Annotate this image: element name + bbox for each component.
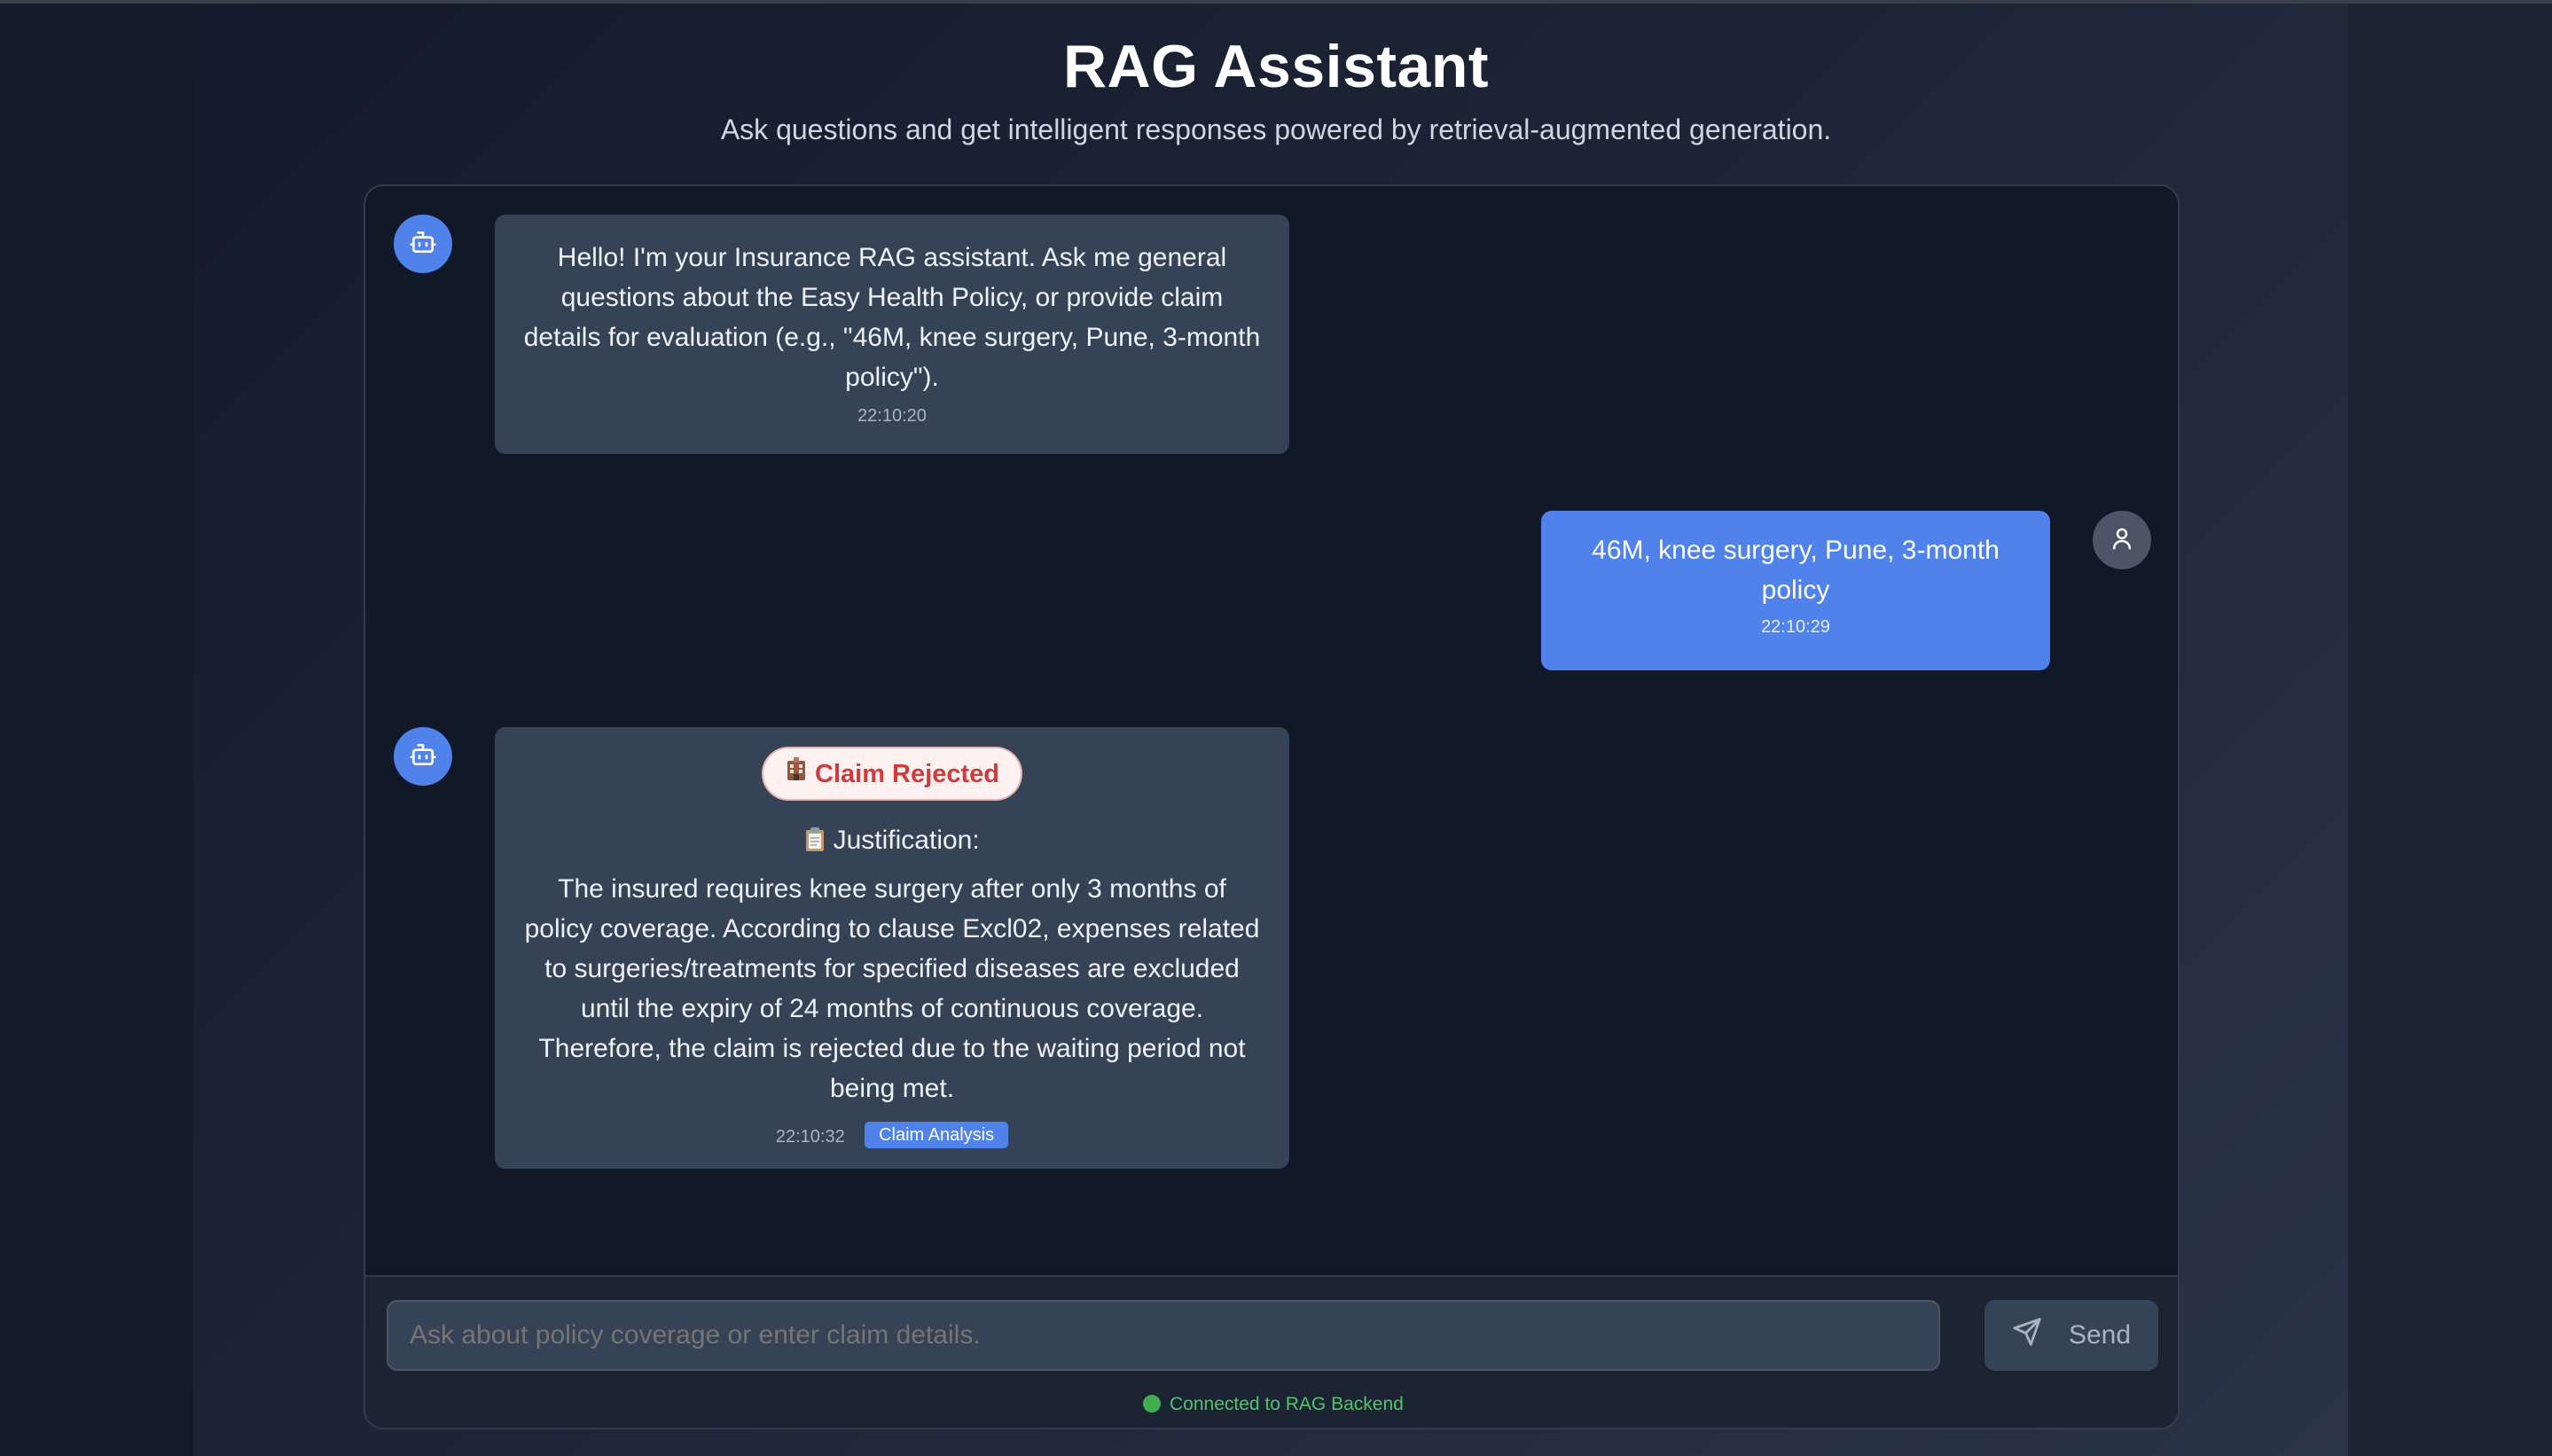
composer: Send Connected to RAG Backend — [365, 1275, 2178, 1428]
clipboard-icon — [804, 826, 833, 855]
claim-status-text: Claim Rejected — [815, 759, 999, 788]
connection-status-text: Connected to RAG Backend — [1170, 1394, 1404, 1414]
bot-claim-message: Claim Rejected Justification: The insure… — [495, 727, 1289, 1169]
send-button-label: Send — [2068, 1320, 2132, 1350]
send-button[interactable]: Send — [1984, 1300, 2158, 1371]
bot-avatar — [394, 215, 452, 273]
message-timestamp: 22:10:29 — [1761, 617, 1830, 637]
bot-icon — [409, 740, 437, 773]
claim-analysis-tag: Claim Analysis — [865, 1122, 1009, 1149]
connection-status: Connected to RAG Backend — [365, 1394, 2178, 1415]
bot-icon — [409, 228, 437, 261]
message-list[interactable]: Hello! I'm your Insurance RAG assistant.… — [365, 186, 2178, 1275]
bot-avatar — [394, 727, 452, 786]
hospital-icon — [785, 757, 808, 790]
message-timestamp: 22:10:20 — [857, 406, 927, 426]
chat-panel: Hello! I'm your Insurance RAG assistant.… — [364, 184, 2180, 1429]
claim-status-badge: Claim Rejected — [762, 747, 1022, 801]
bot-message: Hello! I'm your Insurance RAG assistant.… — [495, 215, 1289, 454]
send-icon — [2012, 1317, 2042, 1354]
justification-title: Justification: — [833, 826, 980, 855]
user-avatar — [2093, 511, 2151, 569]
message-input[interactable] — [387, 1300, 1940, 1371]
user-message: 46M, knee surgery, Pune, 3-month policy … — [1541, 511, 2050, 670]
page-subtitle: Ask questions and get intelligent respon… — [720, 114, 1832, 145]
message-timestamp: 22:10:32 — [775, 1127, 845, 1147]
page-title: RAG Assistant — [1062, 33, 1490, 100]
message-text: 46M, knee surgery, Pune, 3-month policy — [1592, 536, 2000, 605]
justification-text: The insured requires knee surgery after … — [524, 874, 1260, 1103]
user-icon — [2109, 525, 2135, 556]
status-dot-icon — [1143, 1395, 1162, 1413]
justification-heading: Justification: — [521, 820, 1263, 860]
message-footer: 22:10:32 Claim Analysis — [521, 1114, 1263, 1154]
message-text: Hello! I'm your Insurance RAG assistant.… — [523, 243, 1261, 392]
